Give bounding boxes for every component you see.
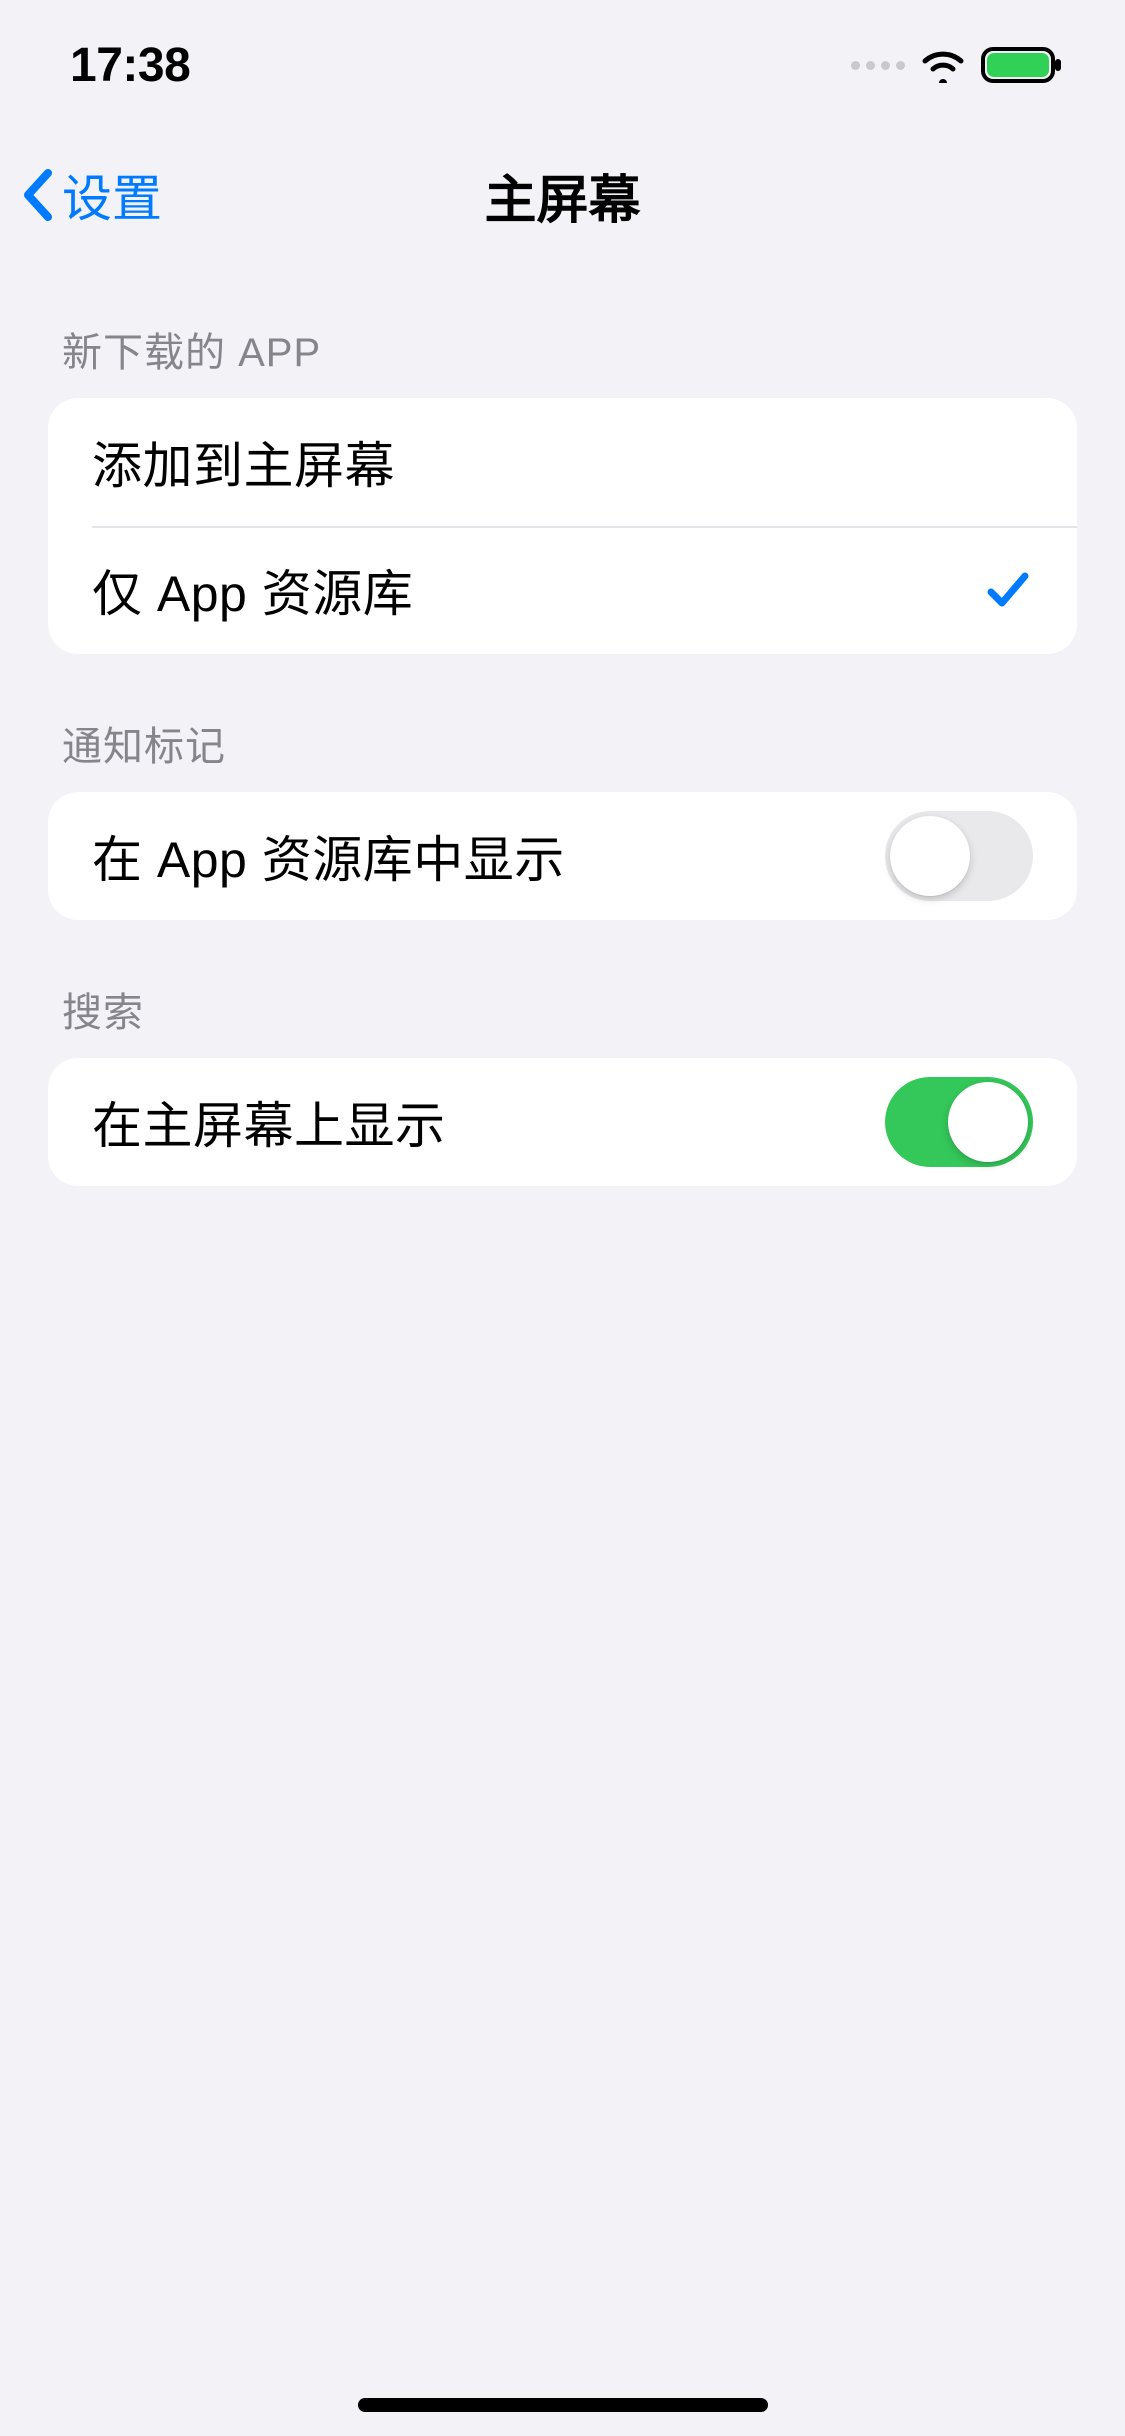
row-label: 添加到主屏幕: [92, 426, 395, 498]
group-search: 在主屏幕上显示: [48, 1058, 1077, 1186]
toggle-show-in-app-library[interactable]: [885, 811, 1033, 901]
option-app-library-only[interactable]: 仅 App 资源库: [48, 526, 1077, 654]
section-header-new-apps: 新下载的 APP: [48, 260, 1077, 398]
row-label: 在主屏幕上显示: [92, 1086, 446, 1158]
section-header-search: 搜索: [48, 920, 1077, 1058]
toggle-show-on-home[interactable]: [885, 1077, 1033, 1167]
chevron-left-icon: [20, 167, 56, 223]
checkmark-icon: [983, 565, 1033, 615]
toggle-knob: [890, 816, 970, 896]
row-label: 仅 App 资源库: [92, 554, 413, 626]
row-show-on-home: 在主屏幕上显示: [48, 1058, 1077, 1186]
page-title: 主屏幕: [484, 158, 640, 233]
group-badges: 在 App 资源库中显示: [48, 792, 1077, 920]
group-new-apps: 添加到主屏幕 仅 App 资源库: [48, 398, 1077, 654]
home-indicator[interactable]: [358, 2398, 768, 2412]
nav-bar: 设置 主屏幕: [0, 130, 1125, 260]
row-show-in-app-library: 在 App 资源库中显示: [48, 792, 1077, 920]
status-right: [851, 45, 1065, 85]
section-header-badges: 通知标记: [48, 654, 1077, 792]
status-bar: 17:38: [0, 0, 1125, 130]
option-add-to-home[interactable]: 添加到主屏幕: [48, 398, 1077, 526]
row-label: 在 App 资源库中显示: [92, 820, 565, 892]
back-label: 设置: [62, 159, 162, 231]
toggle-knob: [948, 1082, 1028, 1162]
signal-dots-icon: [851, 61, 905, 70]
status-time: 17:38: [70, 38, 190, 93]
battery-icon: [981, 45, 1065, 85]
wifi-icon: [919, 47, 967, 83]
back-button[interactable]: 设置: [20, 159, 162, 231]
